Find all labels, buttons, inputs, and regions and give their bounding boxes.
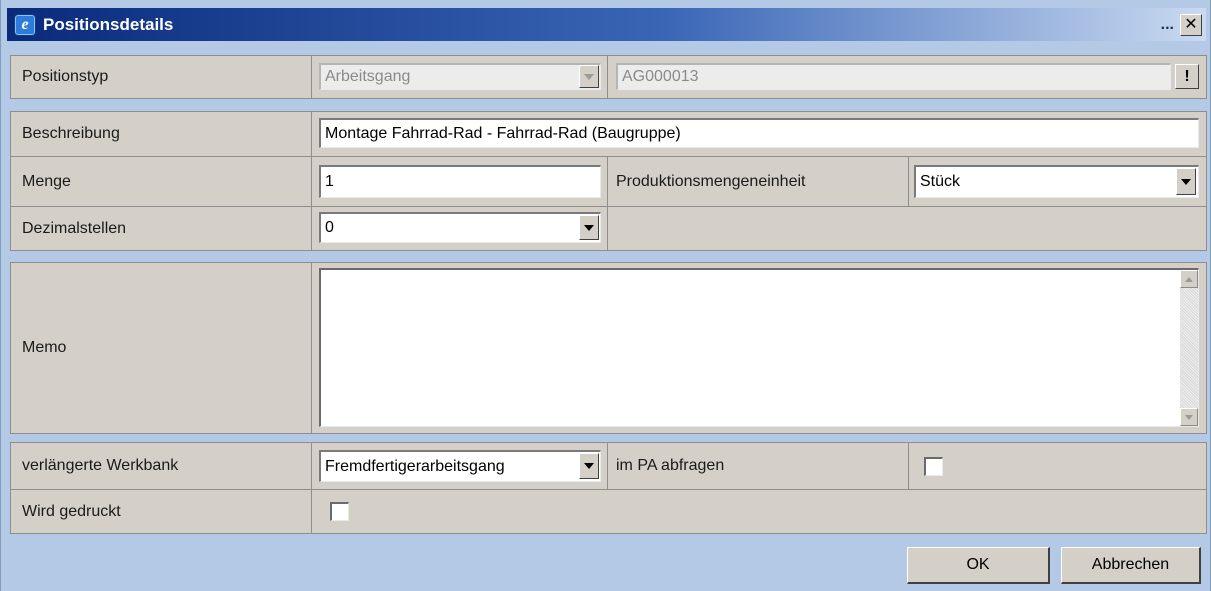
- dezimalstellen-empty-cell: [607, 206, 1207, 251]
- more-icon[interactable]: ...: [1161, 16, 1174, 34]
- scroll-up-button[interactable]: [1180, 270, 1198, 288]
- positionstyp-select[interactable]: Arbeitsgang: [319, 63, 601, 90]
- beschreibung-value: Montage Fahrrad-Rad - Fahrrad-Rad (Baugr…: [325, 124, 681, 142]
- werkbank-label-cell: verlängerte Werkbank: [10, 442, 312, 490]
- gedruckt-label: Wird gedruckt: [22, 502, 121, 520]
- title-bar[interactable]: e Positionsdetails ... ✕: [7, 8, 1206, 41]
- chevron-down-icon: [584, 73, 594, 80]
- dezimalstellen-select[interactable]: 0: [319, 212, 601, 243]
- positionstyp-label: Positionstyp: [22, 68, 109, 85]
- positionstyp-code-value: AG000013: [622, 68, 699, 85]
- chevron-down-icon: [584, 463, 594, 469]
- werkbank-dropdown-button[interactable]: [579, 453, 599, 479]
- gedruckt-field-cell: [311, 489, 1207, 534]
- pa-abfragen-field-cell: [908, 442, 1207, 490]
- arrow-up-icon: [1185, 276, 1193, 282]
- werkbank-label: verlängerte Werkbank: [22, 457, 179, 474]
- dezimalstellen-value: 0: [325, 219, 334, 236]
- ok-button-label: OK: [966, 556, 990, 573]
- menge-label-cell: Menge: [10, 156, 312, 207]
- werkbank-select[interactable]: Fremdfertigerarbeitsgang: [319, 450, 601, 482]
- positionstyp-code-field[interactable]: AG000013: [616, 63, 1171, 90]
- memo-textarea[interactable]: [319, 268, 1199, 427]
- positionstyp-dropdown-button[interactable]: [579, 65, 599, 88]
- dezimalstellen-label-cell: Dezimalstellen: [10, 206, 312, 251]
- dezimalstellen-dropdown-button[interactable]: [579, 215, 599, 240]
- produktionsmengeneinheit-dropdown-button[interactable]: [1176, 168, 1196, 195]
- produktionsmengeneinheit-select[interactable]: Stück: [914, 165, 1199, 198]
- positionstyp-label-cell: Positionstyp: [10, 55, 312, 99]
- close-icon: ✕: [1184, 15, 1198, 33]
- pa-abfragen-checkbox[interactable]: [924, 457, 943, 476]
- cancel-button[interactable]: Abbrechen: [1061, 547, 1201, 584]
- menge-label: Menge: [22, 172, 71, 190]
- internet-explorer-icon: e: [14, 13, 36, 36]
- menge-value: 1: [325, 173, 334, 190]
- werkbank-value: Fremdfertigerarbeitsgang: [325, 457, 505, 475]
- gedruckt-label-cell: Wird gedruckt: [10, 489, 312, 534]
- produktionsmengeneinheit-label-cell: Produktionsmengeneinheit: [607, 156, 909, 207]
- beschreibung-label-cell: Beschreibung: [10, 111, 312, 157]
- chevron-down-icon: [1181, 178, 1191, 185]
- chevron-down-icon: [584, 224, 594, 231]
- window-title: Positionsdetails: [43, 14, 174, 34]
- scroll-down-button[interactable]: [1180, 408, 1198, 426]
- arrow-down-icon: [1185, 414, 1193, 420]
- produktionsmengeneinheit-label: Produktionsmengeneinheit: [616, 172, 806, 190]
- title-controls: ... ✕: [1161, 13, 1206, 36]
- cancel-button-label: Abbrechen: [1091, 556, 1170, 573]
- close-button[interactable]: ✕: [1180, 13, 1202, 36]
- memo-scrollbar[interactable]: [1180, 270, 1198, 426]
- ok-button[interactable]: OK: [907, 547, 1050, 584]
- exclamation-icon: !: [1184, 67, 1190, 85]
- memo-label: Memo: [22, 339, 67, 356]
- beschreibung-label: Beschreibung: [22, 125, 120, 142]
- produktionsmengeneinheit-value: Stück: [920, 173, 961, 190]
- dialog-window: e Positionsdetails ... ✕ Positionstyp Ar…: [0, 0, 1211, 591]
- gedruckt-checkbox[interactable]: [330, 502, 349, 521]
- positionstyp-select-value: Arbeitsgang: [325, 68, 411, 85]
- lookup-button[interactable]: !: [1175, 64, 1199, 89]
- menge-input[interactable]: 1: [319, 165, 601, 198]
- dezimalstellen-label: Dezimalstellen: [22, 219, 127, 237]
- pa-abfragen-label-cell: im PA abfragen: [607, 442, 909, 490]
- pa-abfragen-label: im PA abfragen: [616, 457, 725, 474]
- memo-label-cell: Memo: [10, 262, 312, 434]
- beschreibung-input[interactable]: Montage Fahrrad-Rad - Fahrrad-Rad (Baugr…: [319, 118, 1199, 148]
